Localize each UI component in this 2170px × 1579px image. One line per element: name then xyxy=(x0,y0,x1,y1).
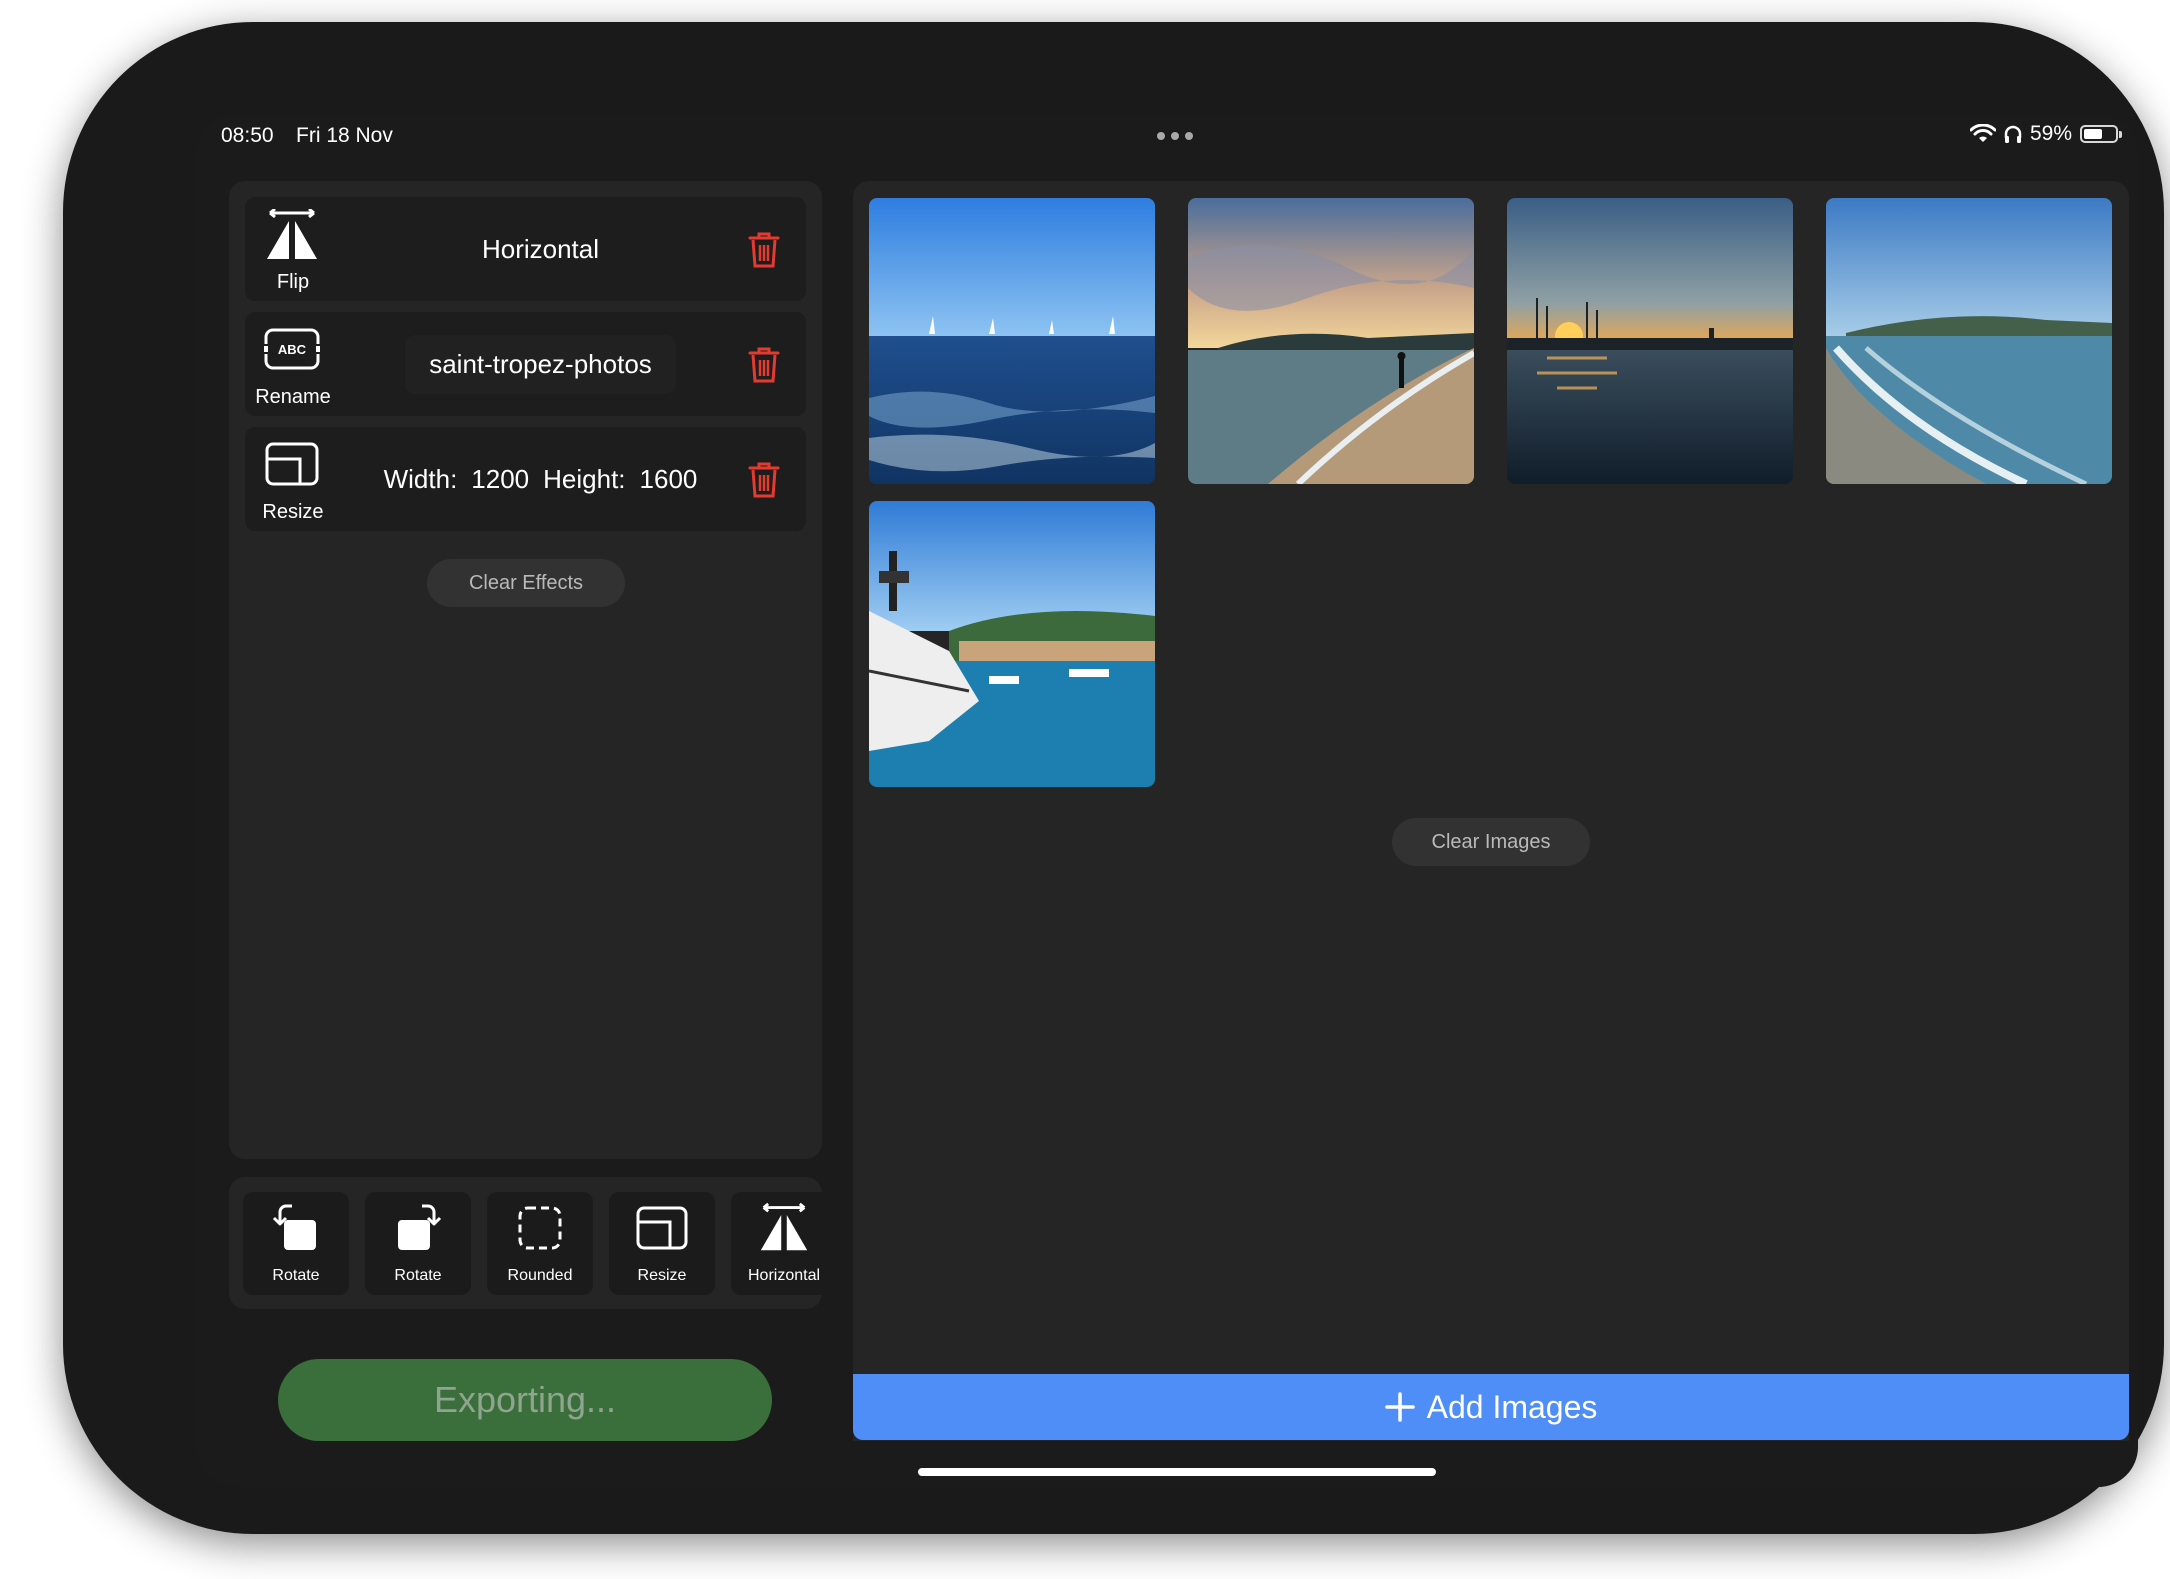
add-images-label: Add Images xyxy=(1426,1388,1598,1425)
toolbar-label: Horizontal xyxy=(747,1267,821,1284)
toolbar-label: Rounded xyxy=(507,1267,573,1284)
image-thumbnail-sea-sailboats[interactable] xyxy=(869,198,1155,484)
trash-icon[interactable] xyxy=(748,346,780,384)
screen: 08:50 Fri 18 Nov 59% Flip Horizontal ABC… xyxy=(196,114,2138,1487)
rename-value-container: saint-tropez-photos xyxy=(365,312,716,416)
toolbar-label: Rotate xyxy=(394,1267,442,1284)
trash-icon[interactable] xyxy=(748,461,780,499)
rotate-right-icon xyxy=(398,1204,442,1250)
toolbar-label: Resize xyxy=(637,1267,687,1284)
trash-icon[interactable] xyxy=(748,231,780,269)
battery-icon xyxy=(2080,125,2122,143)
image-thumbnail-beach-waves[interactable] xyxy=(1826,198,2112,484)
toolbar-resize[interactable]: Resize xyxy=(609,1192,715,1295)
headphones-icon xyxy=(2004,125,2022,143)
effect-row-rename[interactable]: ABC Rename saint-tropez-photos xyxy=(245,312,806,416)
image-thumbnail-harbor-sunset[interactable] xyxy=(1507,198,1793,484)
plus-icon xyxy=(1384,1392,1415,1422)
toolbar-rounded[interactable]: Rounded xyxy=(487,1192,593,1295)
rename-icon: ABC xyxy=(264,328,320,370)
resize-icon xyxy=(265,442,319,486)
effect-label-flip: Flip xyxy=(276,271,310,293)
home-indicator[interactable] xyxy=(918,1468,1436,1476)
battery-percent: 59% xyxy=(2029,122,2072,145)
flip-direction-value: Horizontal xyxy=(481,233,600,264)
effect-label-rename: Rename xyxy=(255,386,331,408)
clear-effects-button[interactable]: Clear Effects xyxy=(427,559,625,607)
width-label: Width: xyxy=(383,463,458,494)
export-button[interactable]: Exporting... xyxy=(278,1359,772,1441)
toolbar-rotate-right[interactable]: Rotate xyxy=(365,1192,471,1295)
images-panel: Clear Images xyxy=(853,181,2129,1441)
flip-icon xyxy=(267,209,317,259)
status-time: 08:50 xyxy=(221,124,274,147)
effects-toolbar: Rotate Rotate Rounded Resize Horizontal xyxy=(229,1177,822,1309)
status-indicators: 59% xyxy=(1969,122,2122,146)
clear-images-button[interactable]: Clear Images xyxy=(1392,818,1590,866)
height-label: Height: xyxy=(543,463,626,494)
rotate-left-icon xyxy=(272,1204,316,1250)
battery-fill xyxy=(2084,129,2102,139)
effect-row-resize[interactable]: Resize Width: 1200 Height: 1600 xyxy=(245,427,806,531)
multitasking-dots-icon[interactable] xyxy=(1157,132,1193,140)
resize-icon xyxy=(636,1206,688,1250)
toolbar-flip-horizontal[interactable]: Horizontal xyxy=(731,1192,822,1295)
rename-field[interactable]: saint-tropez-photos xyxy=(405,334,676,394)
rounded-corners-icon xyxy=(518,1206,562,1250)
width-value[interactable]: 1200 xyxy=(471,464,529,495)
status-date: Fri 18 Nov xyxy=(296,124,393,147)
flip-icon xyxy=(760,1202,808,1251)
resize-values: Width: 1200 Height: 1600 xyxy=(365,427,716,531)
ipad-frame: 08:50 Fri 18 Nov 59% Flip Horizontal ABC… xyxy=(63,22,2164,1534)
rename-icon-badge: ABC xyxy=(278,342,307,357)
height-value[interactable]: 1600 xyxy=(640,464,698,495)
image-thumbnail-yacht-harbor[interactable] xyxy=(869,501,1155,787)
toolbar-label: Rotate xyxy=(272,1267,320,1284)
wifi-icon xyxy=(1969,124,1996,142)
effect-row-flip[interactable]: Flip Horizontal xyxy=(245,197,806,301)
toolbar-rotate-left[interactable]: Rotate xyxy=(243,1192,349,1295)
effects-panel: Flip Horizontal ABC Rename saint-tropez-… xyxy=(229,181,822,1159)
add-images-button[interactable]: Add Images xyxy=(853,1374,2129,1440)
image-thumbnail-beach-sunset[interactable] xyxy=(1188,198,1474,484)
effect-label-resize: Resize xyxy=(262,501,324,523)
